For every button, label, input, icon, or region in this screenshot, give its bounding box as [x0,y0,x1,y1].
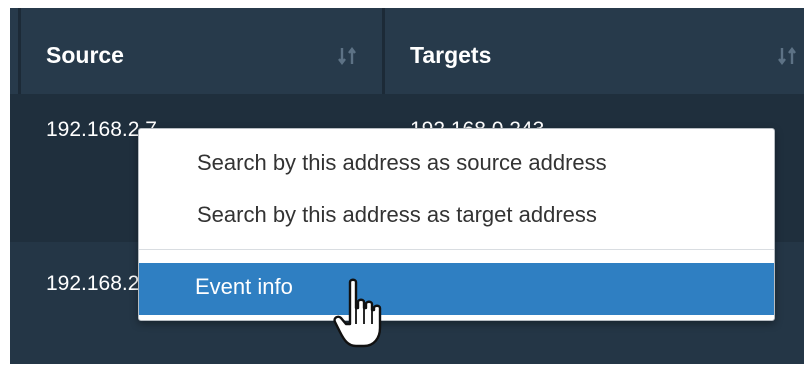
hand-pointer-icon [333,278,382,348]
menu-item-event-info[interactable]: Event info [139,263,774,315]
column-divider [382,8,385,94]
sort-icon[interactable] [778,46,800,66]
context-menu: Search by this address as source address… [138,128,775,321]
menu-separator [139,249,774,250]
column-header-targets[interactable]: Targets [410,42,491,69]
column-divider [18,8,21,94]
menu-item-search-source[interactable]: Search by this address as source address [139,146,774,180]
sort-icon[interactable] [338,46,360,66]
menu-item-search-target[interactable]: Search by this address as target address [139,198,774,232]
table-header: Source Targets [10,8,804,94]
column-header-source[interactable]: Source [46,42,124,69]
